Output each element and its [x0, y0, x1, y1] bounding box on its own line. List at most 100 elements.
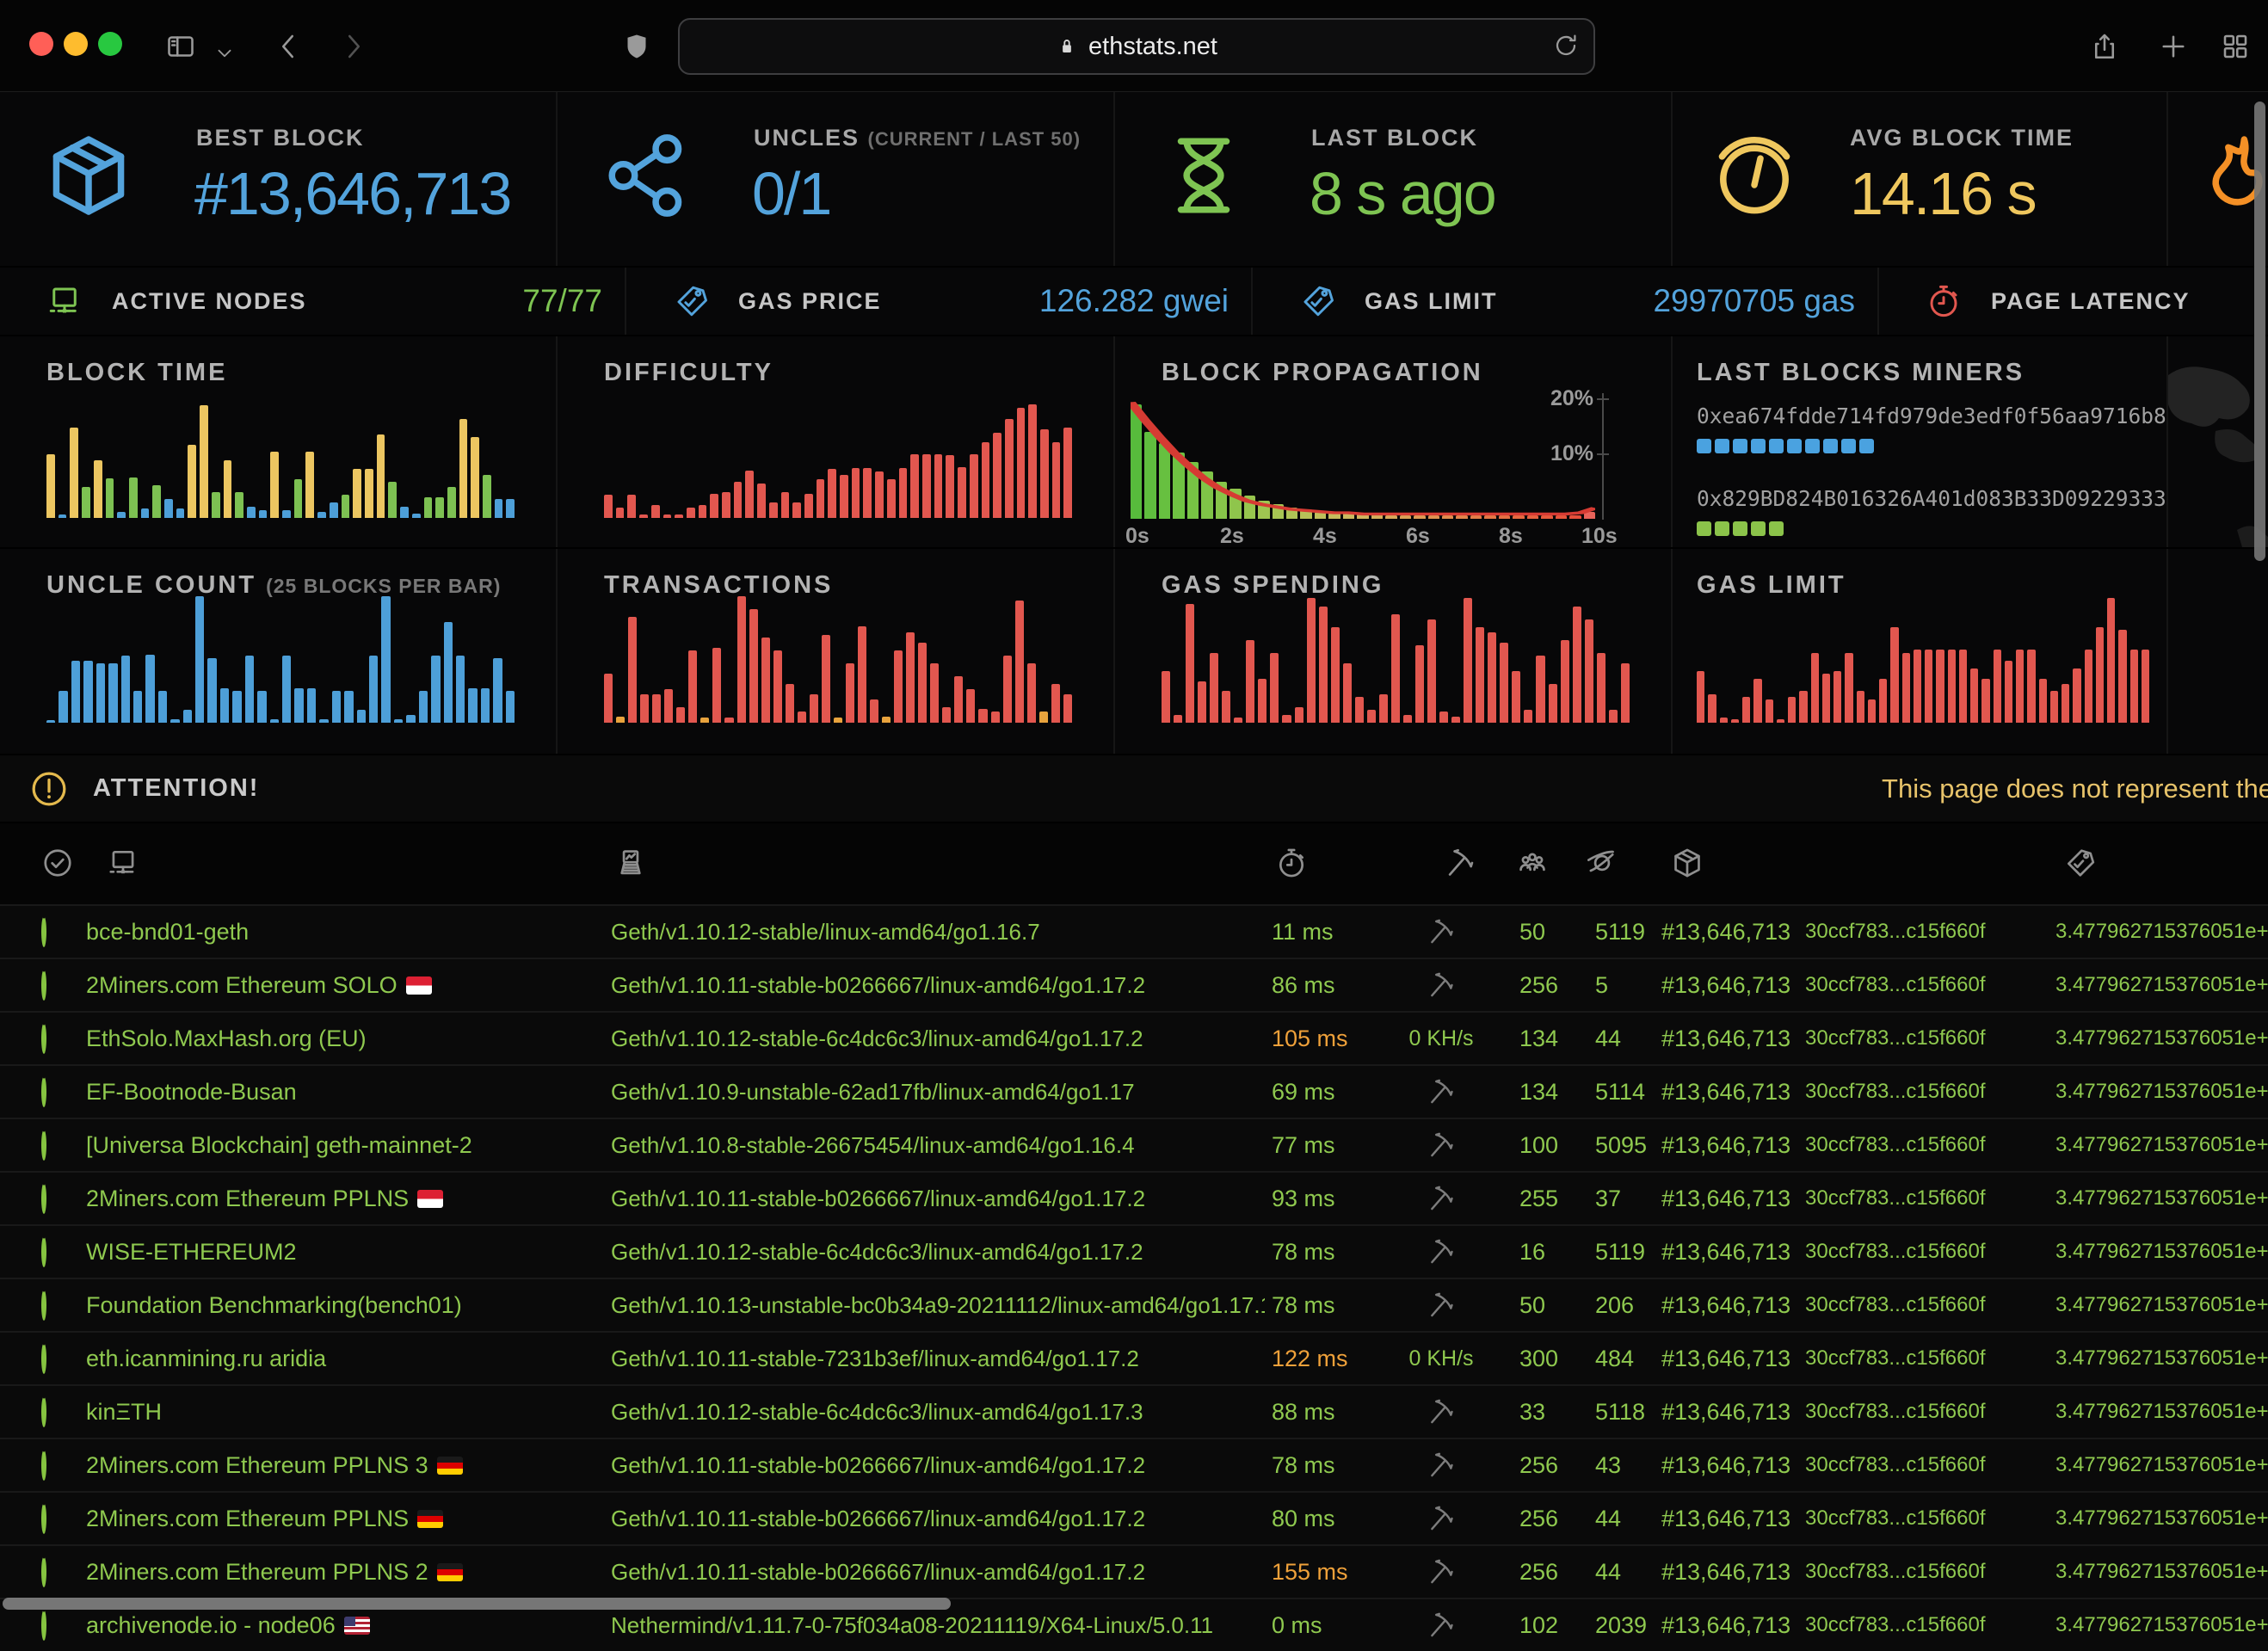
gas_limit-bar: [1925, 650, 1932, 724]
node-row[interactable]: 2Miners.com Ethereum PPLNS 3Geth/v1.10.1…: [0, 1438, 2268, 1491]
last-block-cell: #13,646,713: [1655, 972, 1805, 999]
saturn-icon[interactable]: [1586, 847, 1618, 879]
transactions-bar: [1015, 601, 1024, 724]
latency-cell: 122 ms: [1265, 1346, 1385, 1372]
difficulty-bar: [910, 454, 919, 518]
block_time-bar: [317, 512, 326, 518]
uncle_count-bar: [270, 719, 279, 724]
transactions-bar: [954, 676, 963, 723]
status-cell: [0, 1132, 86, 1159]
laptop-icon[interactable]: [614, 847, 647, 879]
tab-overview-icon[interactable]: [2220, 31, 2251, 62]
zoom-window-button[interactable]: [98, 32, 122, 56]
transactions-bar: [858, 626, 866, 724]
tag-icon[interactable]: [2063, 847, 2096, 879]
stopwatch-icon[interactable]: [1275, 847, 1308, 879]
block_time-bar: [259, 510, 268, 518]
node-name: 2Miners.com Ethereum PPLNS 3: [86, 1452, 611, 1479]
active-nodes-label: ACTIVE NODES: [112, 288, 307, 315]
uncle_count-bar: [344, 691, 353, 724]
reload-icon[interactable]: [1552, 32, 1580, 59]
difficulty-bar: [817, 479, 825, 518]
new-tab-icon[interactable]: [2158, 31, 2189, 62]
minimize-window-button[interactable]: [64, 32, 88, 56]
node-row[interactable]: 2Miners.com Ethereum SOLOGeth/v1.10.11-s…: [0, 958, 2268, 1011]
gas_limit-bar: [1742, 697, 1750, 723]
pending-cell: 5: [1573, 972, 1655, 999]
pickaxe-icon[interactable]: [1444, 847, 1476, 879]
close-window-button[interactable]: [29, 32, 53, 56]
miner-entry[interactable]: 0x829BD824B016326A401d083B33D092293333A8…: [1697, 486, 2154, 536]
uncles-label: UNCLES (CURRENT / LAST 50): [754, 125, 1081, 151]
transactions-bar: [640, 694, 649, 723]
forward-button[interactable]: [337, 31, 368, 62]
share-icon[interactable]: [2089, 31, 2120, 62]
pickaxe-icon: [1427, 917, 1456, 946]
gas_spending-bar: [1488, 632, 1496, 723]
node-name: eth.icanmining.ru aridia: [86, 1346, 611, 1372]
difficulty-bar: [1028, 404, 1037, 518]
clipped-card: [2168, 92, 2268, 266]
horizontal-scrollbar[interactable]: [3, 1598, 951, 1610]
node-row[interactable]: EF-Bootnode-BusanGeth/v1.10.9-unstable-6…: [0, 1064, 2268, 1118]
gas_spending-bar: [1343, 663, 1352, 723]
back-button[interactable]: [274, 31, 305, 62]
transactions-bar: [882, 717, 891, 724]
transactions-panel: TRANSACTIONS: [558, 549, 1113, 754]
last-block-cell: #13,646,713: [1655, 1239, 1805, 1266]
gas_limit-bar: [1731, 719, 1739, 724]
mined-block-square: [1733, 439, 1747, 453]
transactions-bar: [834, 718, 842, 723]
chevron-down-icon[interactable]: [213, 38, 236, 69]
node-row[interactable]: kinΞTHGeth/v1.10.12-stable-6c4dc6c3/linu…: [0, 1384, 2268, 1438]
gas_limit-bar: [1834, 671, 1841, 723]
transactions-bar: [786, 684, 794, 723]
status-cell: [0, 1026, 86, 1052]
node-row[interactable]: eth.icanmining.ru aridiaGeth/v1.10.11-st…: [0, 1331, 2268, 1384]
address-bar[interactable]: ethstats.net: [678, 18, 1595, 75]
gas_limit-bar: [1994, 650, 2001, 724]
latency-cell: 11 ms: [1265, 919, 1385, 946]
node-row[interactable]: 2Miners.com Ethereum PPLNS 2Geth/v1.10.1…: [0, 1544, 2268, 1598]
block_time-bar: [188, 445, 196, 518]
gas_limit-bar: [1868, 699, 1876, 723]
status-cell: [0, 1452, 86, 1479]
node-row[interactable]: 2Miners.com Ethereum PPLNSGeth/v1.10.11-…: [0, 1491, 2268, 1544]
node-row[interactable]: Foundation Benchmarking(bench01)Geth/v1.…: [0, 1278, 2268, 1331]
privacy-shield-icon[interactable]: [621, 31, 652, 62]
pending-cell: 5118: [1573, 1399, 1655, 1426]
clock-check-icon[interactable]: [41, 847, 74, 879]
pickaxe-icon: [1427, 1451, 1456, 1480]
node-row[interactable]: [Universa Blockchain] geth-mainnet-2Geth…: [0, 1118, 2268, 1171]
node-row[interactable]: WISE-ETHEREUM2Geth/v1.10.12-stable-6c4dc…: [0, 1224, 2268, 1278]
node-row[interactable]: bce-bnd01-gethGeth/v1.10.12-stable/linux…: [0, 904, 2268, 958]
people-icon[interactable]: [1516, 847, 1549, 879]
lock-icon: [1056, 35, 1078, 58]
client-version: Geth/v1.10.11-stable-b0266667/linux-amd6…: [611, 1559, 1265, 1586]
vertical-scrollbar[interactable]: [2254, 102, 2265, 561]
pending-cell: 44: [1573, 1026, 1655, 1052]
gas_spending-bar: [1258, 679, 1267, 723]
latency-cell: 155 ms: [1265, 1559, 1385, 1586]
block_time-bar: [388, 482, 397, 518]
sidebar-toggle-icon[interactable]: [165, 31, 196, 62]
gas_spending-bar: [1234, 718, 1242, 723]
status-cell: [0, 1612, 86, 1639]
uncle_count-bar: [46, 720, 55, 723]
gas_spending-bar: [1609, 710, 1618, 723]
gas-limit-stat: GAS LIMIT 29970705 gas: [1253, 268, 1877, 335]
miner-entry[interactable]: 0xea674fdde714fd979de3edf0f56aa9716b898e…: [1697, 404, 2154, 453]
cube-icon[interactable]: [1671, 847, 1704, 879]
node-row[interactable]: EthSolo.MaxHash.org (EU)Geth/v1.10.12-st…: [0, 1011, 2268, 1064]
node-row[interactable]: 2Miners.com Ethereum PPLNSGeth/v1.10.11-…: [0, 1171, 2268, 1224]
uncle_count-bar: [381, 596, 390, 723]
total-difficulty-cell: 3.477962715376051e+2: [1973, 1080, 2268, 1104]
block_time-bar: [129, 477, 138, 518]
difficulty-bar: [804, 494, 813, 518]
pending-cell: 2039: [1573, 1612, 1655, 1639]
transactions-bar: [918, 643, 927, 723]
last-block-cell: #13,646,713: [1655, 1346, 1805, 1372]
monitor-icon[interactable]: [107, 847, 139, 879]
gas-spending-chart: [1162, 594, 1630, 723]
status-ring-icon: [41, 916, 46, 947]
